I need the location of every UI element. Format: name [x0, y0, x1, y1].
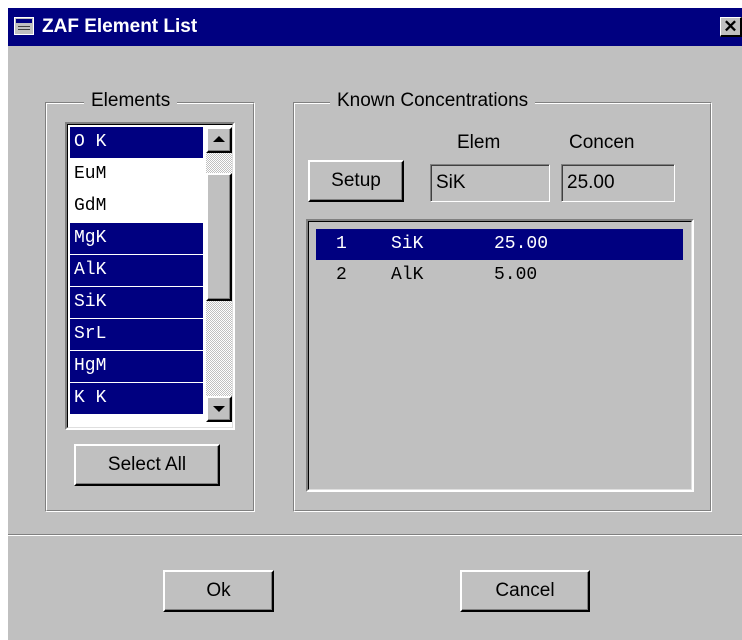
elem-column-label: Elem — [457, 132, 501, 153]
close-icon: ✕ — [723, 17, 738, 36]
arrow-up-icon — [213, 136, 225, 142]
close-button[interactable]: ✕ — [720, 17, 742, 37]
element-list-item[interactable]: HgM — [70, 351, 203, 382]
concen-field[interactable]: 25.00 — [561, 164, 675, 202]
element-list-item[interactable]: SiK — [70, 287, 203, 318]
row-number: 1 — [336, 234, 347, 254]
elements-group-label: Elements — [84, 90, 178, 112]
footer-separator — [8, 534, 742, 536]
window-title: ZAF Element List — [42, 16, 198, 37]
concentration-row[interactable]: 2 AlK 5.00 — [316, 260, 683, 291]
concen-column-label: Concen — [569, 132, 635, 153]
elem-field[interactable]: SiK — [430, 164, 550, 202]
ok-button[interactable]: Ok — [163, 570, 274, 612]
select-all-button[interactable]: Select All — [74, 444, 220, 486]
element-list-item[interactable]: MgK — [70, 223, 203, 254]
concentrations-listbox[interactable]: 1 SiK 25.00 2 AlK 5.00 — [306, 219, 694, 492]
element-list-item[interactable]: EuM — [70, 159, 203, 190]
scrollbar-thumb[interactable] — [206, 173, 232, 301]
row-concentration: 5.00 — [494, 265, 538, 285]
cancel-button[interactable]: Cancel — [460, 570, 590, 612]
element-list-item[interactable]: GdM — [70, 191, 203, 222]
scroll-down-button[interactable] — [206, 396, 232, 422]
element-list-item[interactable]: O K — [70, 127, 203, 158]
window-icon — [14, 17, 34, 35]
scroll-up-button[interactable] — [206, 127, 232, 153]
concentration-row[interactable]: 1 SiK 25.00 — [316, 229, 683, 260]
known-concentrations-label: Known Concentrations — [330, 90, 536, 112]
elements-listbox[interactable]: O K EuM GdM MgK AlK SiK SrL HgM K K — [65, 122, 235, 430]
row-element: SiK — [391, 234, 424, 254]
setup-button[interactable]: Setup — [308, 160, 404, 202]
row-number: 2 — [336, 265, 347, 285]
title-bar[interactable]: ZAF Element List ✕ — [8, 8, 742, 46]
element-list-item[interactable]: AlK — [70, 255, 203, 286]
row-element: AlK — [391, 265, 424, 285]
arrow-down-icon — [213, 406, 225, 412]
row-concentration: 25.00 — [494, 234, 549, 254]
zaf-element-list-window: ZAF Element List ✕ Elements O K EuM GdM MgK… — [8, 8, 742, 640]
element-list-item[interactable]: SrL — [70, 319, 203, 350]
element-list-item[interactable]: K K — [70, 383, 203, 414]
